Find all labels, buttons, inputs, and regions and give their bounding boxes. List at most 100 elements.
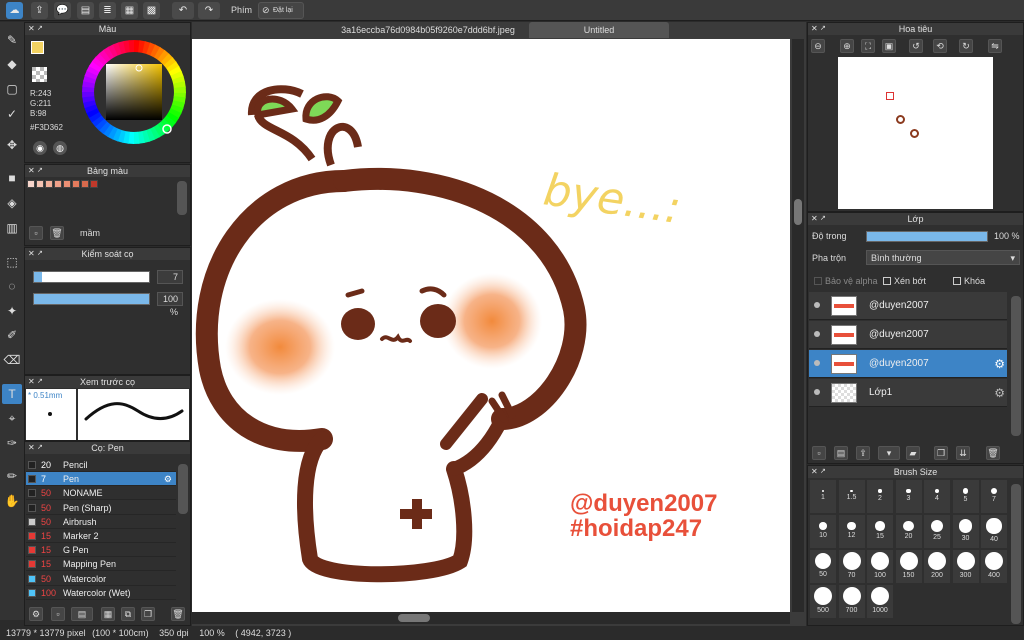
brush-grid-icon[interactable]: ▦ bbox=[101, 607, 115, 621]
palette-swatch[interactable] bbox=[81, 180, 89, 188]
eyedropper-icon[interactable]: ✑ bbox=[2, 433, 22, 453]
palette-swatch[interactable] bbox=[45, 180, 53, 188]
flip-icon[interactable]: ⇋ bbox=[988, 39, 1002, 53]
pin-icon[interactable]: ↗ bbox=[37, 165, 43, 177]
color-wheel[interactable] bbox=[79, 37, 189, 147]
brush-item[interactable]: 15 G Pen bbox=[26, 543, 176, 558]
brush-size-option[interactable]: 700 bbox=[838, 585, 865, 618]
zoom-in-icon[interactable]: ⊕ bbox=[840, 39, 854, 53]
fit-icon[interactable]: ⛶ bbox=[861, 39, 875, 53]
brush-menu-icon[interactable]: ▤ bbox=[71, 607, 93, 621]
pin-icon[interactable]: ↗ bbox=[820, 213, 826, 225]
brush-size-option[interactable]: 150 bbox=[895, 550, 922, 583]
brush-item[interactable]: 15 Marker 2 bbox=[26, 529, 176, 543]
trash-icon[interactable]: 🗑 bbox=[986, 446, 1000, 460]
vertical-scrollbar[interactable] bbox=[792, 39, 804, 612]
brush-size-option[interactable]: 300 bbox=[952, 550, 979, 583]
brush-size-option[interactable]: 2 bbox=[867, 480, 893, 513]
brush-item[interactable]: 7 Pen ⚙ bbox=[26, 472, 176, 487]
tab-file[interactable]: 3a16eccba76d0984b05f9260e7ddd6bf.jpeg bbox=[330, 22, 526, 38]
brush-item[interactable]: 20 Pencil bbox=[26, 458, 176, 472]
import-layer-icon[interactable]: ⇪ bbox=[856, 446, 870, 460]
brush-opacity-slider[interactable] bbox=[33, 293, 150, 305]
layer-row[interactable]: @duyen2007 ⚙ bbox=[809, 350, 1007, 378]
palette-scrollbar[interactable] bbox=[177, 181, 187, 215]
brush-size-option[interactable]: 50 bbox=[810, 550, 836, 583]
brush-size-scrollbar[interactable] bbox=[1011, 484, 1021, 624]
pin-icon[interactable]: ↗ bbox=[37, 376, 43, 388]
brush-size-option[interactable]: 400 bbox=[981, 550, 1007, 583]
brush-item[interactable]: 50 NONAME bbox=[26, 486, 176, 501]
select-eraser-icon[interactable]: ⌫ bbox=[2, 350, 22, 370]
cloud-icon[interactable]: ☁ bbox=[6, 2, 23, 19]
close-icon[interactable]: ✕ bbox=[28, 23, 35, 35]
brush-item[interactable]: 100 Watercolor (Wet) bbox=[26, 586, 176, 600]
trash-icon[interactable]: 🗑 bbox=[50, 226, 64, 240]
bucket-fill-icon[interactable]: ◈ bbox=[2, 193, 22, 213]
grid-icon[interactable]: ▦ bbox=[121, 2, 138, 19]
pin-icon[interactable]: ↗ bbox=[37, 23, 43, 35]
brush-opacity-value[interactable]: 100 % bbox=[157, 292, 183, 317]
close-icon[interactable]: ✕ bbox=[28, 248, 35, 260]
canvas[interactable]: bye...: @duyen2007 #hoidap247 bbox=[192, 39, 790, 612]
gear-icon[interactable]: ⚙ bbox=[994, 357, 1005, 371]
rotate-left-icon[interactable]: ↺ bbox=[909, 39, 923, 53]
transparent-swatch[interactable] bbox=[32, 67, 47, 82]
pin-icon[interactable]: ↗ bbox=[37, 248, 43, 260]
main-color-swatch[interactable] bbox=[31, 41, 44, 54]
brush-list-scrollbar[interactable] bbox=[178, 464, 188, 514]
zoom-out-icon[interactable]: ⊖ bbox=[811, 39, 825, 53]
brush-size-option[interactable]: 20 bbox=[895, 515, 922, 548]
rectangle-select-icon[interactable]: ▢ bbox=[2, 79, 22, 99]
folder-icon[interactable]: ▰ bbox=[906, 446, 920, 460]
brush-size-option[interactable]: 3 bbox=[895, 480, 922, 513]
text-tool-icon[interactable]: T bbox=[2, 384, 22, 404]
gear-icon[interactable]: ⚙ bbox=[994, 386, 1005, 400]
lasso-rect-icon[interactable]: ⬚ bbox=[2, 252, 22, 272]
close-icon[interactable]: ✕ bbox=[28, 442, 35, 454]
operation-tool-icon[interactable]: ⌖ bbox=[2, 408, 22, 428]
gradient-icon[interactable]: ▥ bbox=[2, 218, 22, 238]
palette-swatch[interactable] bbox=[54, 180, 62, 188]
close-icon[interactable]: ✕ bbox=[811, 23, 818, 35]
fill-rect-icon[interactable]: ■ bbox=[2, 168, 22, 188]
color-sliders-icon[interactable]: ◍ bbox=[53, 141, 67, 155]
brush-size-option[interactable]: 500 bbox=[810, 585, 836, 618]
lasso-icon[interactable]: ◌ bbox=[2, 276, 22, 296]
gear-icon[interactable]: ⚙ bbox=[164, 472, 172, 486]
close-icon[interactable]: ✕ bbox=[28, 165, 35, 177]
visibility-icon[interactable] bbox=[814, 389, 820, 395]
brush-size-option[interactable]: 1 bbox=[810, 480, 836, 513]
brush-size-option[interactable]: 200 bbox=[924, 550, 950, 583]
visibility-icon[interactable] bbox=[814, 302, 820, 308]
speech-bubble-icon[interactable]: 💬 bbox=[54, 2, 71, 19]
copy-brush-icon[interactable]: ⧉ bbox=[121, 607, 135, 621]
protect-alpha-checkbox[interactable] bbox=[814, 277, 822, 285]
new-palette-icon[interactable]: ▫ bbox=[29, 226, 43, 240]
visibility-icon[interactable] bbox=[814, 331, 820, 337]
lock-checkbox[interactable] bbox=[953, 277, 961, 285]
brush-size-option[interactable]: 10 bbox=[810, 515, 836, 548]
layer-opacity-slider[interactable] bbox=[866, 231, 988, 242]
layer-row[interactable]: Lớp1 ⚙ bbox=[809, 379, 1007, 407]
redo-icon[interactable]: ↷ bbox=[198, 2, 220, 19]
palette-swatch[interactable] bbox=[27, 180, 35, 188]
new-layer-alt-icon[interactable]: ▤ bbox=[834, 446, 848, 460]
brush-size-option[interactable]: 4 bbox=[924, 480, 950, 513]
clipping-checkbox[interactable] bbox=[883, 277, 891, 285]
brush-item[interactable]: 15 Mapping Pen bbox=[26, 557, 176, 572]
brush-item[interactable]: 50 Pen (Sharp) bbox=[26, 501, 176, 515]
document-icon[interactable]: ▤ bbox=[77, 2, 94, 19]
pin-icon[interactable]: ↗ bbox=[37, 442, 43, 454]
duplicate-brush-icon[interactable]: ❐ bbox=[141, 607, 155, 621]
brush-size-option[interactable]: 15 bbox=[867, 515, 893, 548]
reset-button[interactable]: ⊘ Đặt lại bbox=[258, 2, 304, 19]
visibility-icon[interactable] bbox=[814, 360, 820, 366]
pin-icon[interactable]: ↗ bbox=[820, 466, 826, 478]
undo-icon[interactable]: ↶ bbox=[172, 2, 194, 19]
move-tool-icon[interactable]: ✥ bbox=[2, 135, 22, 155]
palette-swatch[interactable] bbox=[72, 180, 80, 188]
select-pen-icon[interactable]: ✐ bbox=[2, 325, 22, 345]
text-document-icon[interactable]: ≣ bbox=[99, 2, 116, 19]
navigator-thumbnail[interactable] bbox=[838, 57, 993, 209]
